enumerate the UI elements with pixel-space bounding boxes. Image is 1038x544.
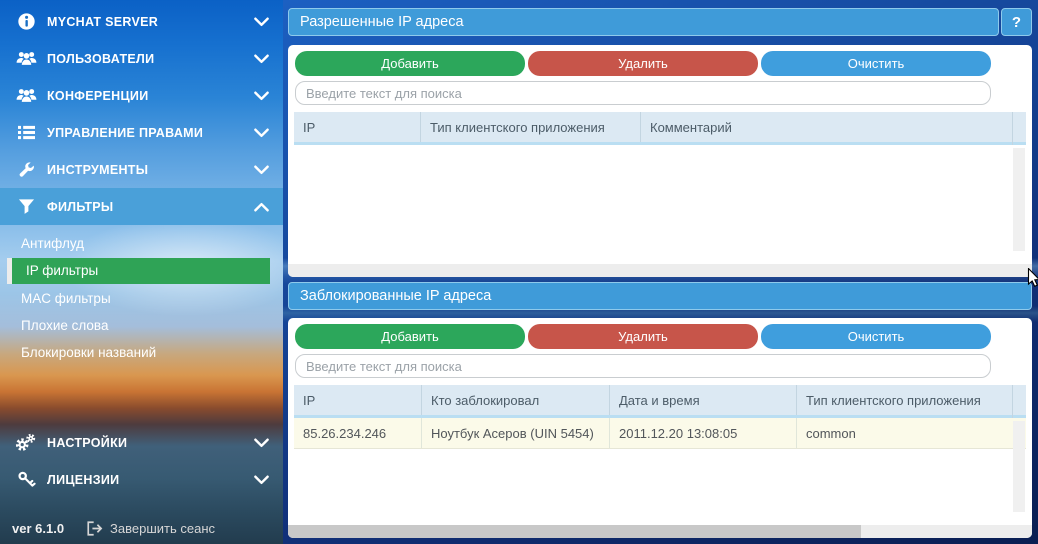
sidebar-item-label: MYCHAT SERVER	[47, 14, 159, 29]
logout-label: Завершить сеанс	[110, 520, 216, 536]
table-header: IP Тип клиентского приложения Комментари…	[294, 112, 1026, 145]
cell-ip: 85.26.234.246	[294, 418, 422, 448]
sidebar-item-label: ФИЛЬТРЫ	[47, 199, 114, 214]
allowed-panel-title: Разрешенные IP адреса	[288, 8, 999, 36]
sidebar-item-label: КОНФЕРЕНЦИИ	[47, 88, 149, 103]
list-icon	[15, 123, 37, 143]
sidebar-item-filters[interactable]: ФИЛЬТРЫ	[0, 188, 283, 225]
blocked-panel-header: Заблокированные IP адреса	[288, 282, 1032, 310]
delete-button[interactable]: Удалить	[528, 324, 758, 349]
filters-submenu: Антифлуд IP фильтры MAC фильтры Плохие с…	[0, 225, 283, 366]
sidebar-item-label: ПОЛЬЗОВАТЕЛИ	[47, 51, 155, 66]
chevron-down-icon	[254, 165, 269, 175]
key-icon	[15, 470, 37, 490]
blocked-panel-toolbar: Добавить Удалить Очистить	[295, 324, 991, 349]
chevron-down-icon	[254, 438, 269, 448]
column-header-comment[interactable]: Комментарий	[641, 112, 1013, 142]
submenu-item-mac-filters[interactable]: MAC фильтры	[0, 285, 283, 312]
sidebar-item-conferences[interactable]: КОНФЕРЕНЦИИ	[0, 77, 283, 114]
version-label: ver 6.1.0	[12, 520, 65, 536]
sidebar-item-label: УПРАВЛЕНИЕ ПРАВАМИ	[47, 125, 204, 140]
sidebar-item-users[interactable]: ПОЛЬЗОВАТЕЛИ	[0, 40, 283, 77]
table-row[interactable]: 85.26.234.246 Ноутбук Асеров (UIN 5454) …	[294, 418, 1026, 449]
add-button[interactable]: Добавить	[295, 324, 525, 349]
blocked-ip-table: IP Кто заблокировал Дата и время Тип кли…	[294, 385, 1026, 525]
sidebar: MYCHAT SERVER ПОЛЬЗОВАТЕЛИ КОНФЕРЕНЦИИ У…	[0, 0, 283, 544]
chevron-down-icon	[254, 475, 269, 485]
info-icon	[15, 12, 37, 32]
table-body-empty	[294, 145, 1026, 264]
chevron-down-icon	[254, 91, 269, 101]
clear-button[interactable]: Очистить	[761, 324, 991, 349]
submenu-item-name-blocks[interactable]: Блокировки названий	[0, 339, 283, 366]
column-header-datetime[interactable]: Дата и время	[610, 385, 797, 415]
cell-client-type: common	[806, 425, 856, 441]
vertical-scrollbar[interactable]	[1013, 148, 1025, 251]
logout-icon	[86, 520, 103, 536]
users-icon	[15, 49, 37, 69]
conference-icon	[15, 86, 37, 106]
cell-blocked-by: Ноутбук Асеров (UIN 5454)	[422, 418, 610, 448]
horizontal-scrollbar[interactable]	[288, 264, 1032, 277]
blocked-panel-body: Добавить Удалить Очистить IP Кто заблоки…	[288, 318, 1032, 538]
app-window: MYCHAT SERVER ПОЛЬЗОВАТЕЛИ КОНФЕРЕНЦИИ У…	[0, 0, 1038, 544]
chevron-down-icon	[254, 54, 269, 64]
submenu-item-ip-filters[interactable]: IP фильтры	[7, 258, 270, 284]
chevron-down-icon	[254, 128, 269, 138]
cell-datetime: 2011.12.20 13:08:05	[610, 418, 797, 448]
search-input[interactable]	[295, 354, 991, 378]
sidebar-item-label: ЛИЦЕНЗИИ	[47, 472, 120, 487]
sidebar-item-label: ИНСТРУМЕНТЫ	[47, 162, 149, 177]
sidebar-item-label: НАСТРОЙКИ	[47, 435, 128, 450]
sidebar-item-rights-management[interactable]: УПРАВЛЕНИЕ ПРАВАМИ	[0, 114, 283, 151]
scrollbar-thumb[interactable]	[288, 525, 861, 538]
table-header: IP Кто заблокировал Дата и время Тип кли…	[294, 385, 1026, 418]
logout-button[interactable]: Завершить сеанс	[86, 521, 215, 536]
allowed-panel-body: Добавить Удалить Очистить IP Тип клиентс…	[288, 45, 1032, 277]
wrench-icon	[15, 160, 37, 180]
submenu-item-bad-words[interactable]: Плохие слова	[0, 312, 283, 339]
column-header-ip[interactable]: IP	[294, 112, 421, 142]
allowed-panel-header: Разрешенные IP адреса ?	[288, 8, 1032, 36]
table-body: 85.26.234.246 Ноутбук Асеров (UIN 5454) …	[294, 418, 1026, 525]
add-button[interactable]: Добавить	[295, 51, 525, 76]
chevron-down-icon	[254, 17, 269, 27]
sidebar-item-mychat-server[interactable]: MYCHAT SERVER	[0, 3, 283, 40]
allowed-ip-table: IP Тип клиентского приложения Комментари…	[294, 112, 1026, 264]
chevron-up-icon	[254, 202, 269, 212]
clear-button[interactable]: Очистить	[761, 51, 991, 76]
search-input[interactable]	[295, 81, 991, 105]
column-header-client-type[interactable]: Тип клиентского приложения	[421, 112, 641, 142]
delete-button[interactable]: Удалить	[528, 51, 758, 76]
gear-icon	[15, 433, 37, 453]
horizontal-scrollbar[interactable]	[288, 525, 1032, 538]
sidebar-item-licenses[interactable]: ЛИЦЕНЗИИ	[0, 461, 283, 498]
blocked-panel-title: Заблокированные IP адреса	[288, 282, 1032, 310]
column-header-ip[interactable]: IP	[294, 385, 422, 415]
column-header-client-type[interactable]: Тип клиентского приложения	[797, 385, 1013, 415]
sidebar-item-tools[interactable]: ИНСТРУМЕНТЫ	[0, 151, 283, 188]
column-header-blocked-by[interactable]: Кто заблокировал	[422, 385, 610, 415]
submenu-item-antiflood[interactable]: Антифлуд	[0, 230, 283, 257]
allowed-panel-toolbar: Добавить Удалить Очистить	[295, 51, 991, 76]
sidebar-item-settings[interactable]: НАСТРОЙКИ	[0, 424, 283, 461]
filter-icon	[15, 197, 37, 217]
main-content: Разрешенные IP адреса ? Добавить Удалить…	[283, 0, 1038, 544]
sidebar-footer: ver 6.1.0 Завершить сеанс	[0, 512, 283, 544]
help-button[interactable]: ?	[1001, 8, 1032, 36]
vertical-scrollbar[interactable]	[1013, 421, 1025, 512]
